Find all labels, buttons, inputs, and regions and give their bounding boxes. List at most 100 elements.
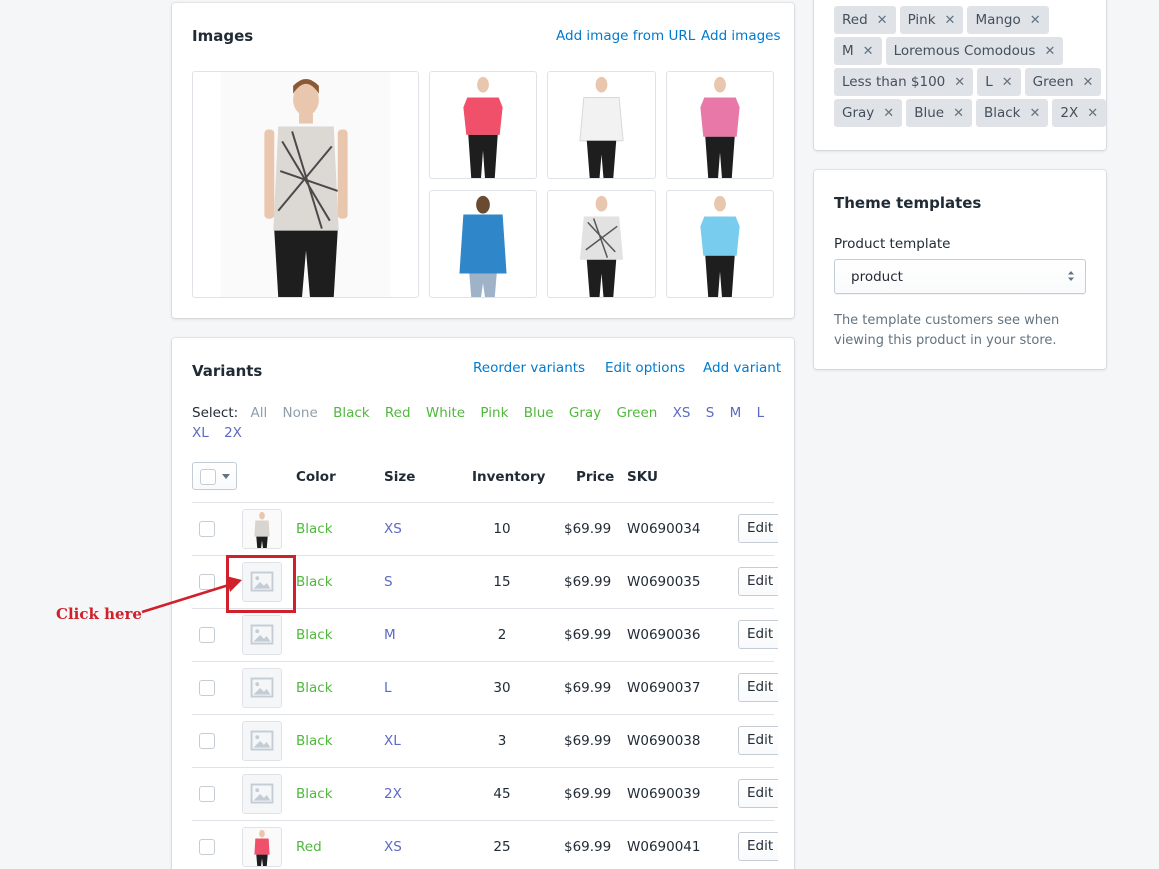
variant-image-button[interactable]	[242, 668, 282, 708]
variant-image-button[interactable]	[242, 721, 282, 761]
add-variant-link[interactable]: Add variant	[703, 360, 781, 376]
table-row: Black M 2 $69.99 W0690036 Edit	[192, 608, 778, 661]
product-template-select[interactable]: product	[834, 259, 1086, 294]
variant-image-button[interactable]	[242, 509, 282, 549]
select-option-black[interactable]: Black	[333, 405, 370, 421]
variants-title: Variants	[192, 362, 263, 380]
tag-label: Loremous Comodous	[893, 43, 1036, 59]
tag: L ✕	[977, 68, 1021, 96]
edit-options-link[interactable]: Edit options	[605, 360, 685, 376]
reorder-variants-link[interactable]: Reorder variants	[473, 360, 585, 376]
product-image-thumb[interactable]	[666, 190, 774, 298]
variant-price: $69.99	[564, 733, 612, 749]
product-image-thumb[interactable]	[547, 190, 656, 298]
select-option-none[interactable]: None	[283, 405, 318, 421]
variant-photo-print-blouse	[243, 510, 281, 548]
edit-variant-button[interactable]: Edit	[738, 726, 778, 755]
select-option-all[interactable]: All	[251, 405, 268, 421]
images-title: Images	[192, 27, 254, 45]
product-template-value: product	[851, 268, 903, 285]
bulk-select-checkbox[interactable]	[192, 462, 237, 490]
product-image-thumb[interactable]	[429, 71, 537, 179]
remove-tag-icon[interactable]: ✕	[1087, 106, 1098, 121]
edit-variant-button[interactable]: Edit	[738, 832, 778, 861]
variant-sku: W0690039	[627, 786, 701, 802]
model-pink-top-icon	[700, 76, 740, 178]
edit-variant-button[interactable]: Edit	[738, 620, 778, 649]
select-option-xl[interactable]: XL	[192, 425, 209, 441]
remove-tag-icon[interactable]: ✕	[883, 106, 894, 121]
row-checkbox[interactable]	[199, 680, 215, 696]
select-option-m[interactable]: M	[730, 405, 742, 421]
variant-image-button[interactable]	[242, 615, 282, 655]
edit-variant-button[interactable]: Edit	[738, 673, 778, 702]
edit-variant-button[interactable]: Edit	[738, 779, 778, 808]
remove-tag-icon[interactable]: ✕	[945, 13, 956, 28]
variant-photo-red-top	[243, 828, 281, 866]
edit-variant-button[interactable]: Edit	[738, 567, 778, 596]
add-image-from-url-link[interactable]: Add image from URL	[556, 28, 695, 44]
edit-variant-button[interactable]: Edit	[738, 514, 778, 543]
row-checkbox[interactable]	[199, 839, 215, 855]
annotation-arrow-icon	[141, 576, 242, 614]
variant-color: Black	[296, 627, 333, 643]
remove-tag-icon[interactable]: ✕	[1030, 106, 1041, 121]
remove-tag-icon[interactable]: ✕	[1002, 75, 1013, 90]
variant-image-button[interactable]	[242, 774, 282, 814]
variant-sku: W0690041	[627, 839, 701, 855]
select-option-red[interactable]: Red	[385, 405, 411, 421]
tag-label: Red	[842, 12, 868, 28]
remove-tag-icon[interactable]: ✕	[953, 106, 964, 121]
select-caret-icon	[1068, 271, 1074, 281]
product-image-thumb[interactable]	[547, 71, 656, 179]
table-row: Black XL 3 $69.99 W0690038 Edit	[192, 714, 778, 767]
product-template-label: Product template	[834, 236, 951, 252]
variant-inventory: 15	[493, 574, 511, 590]
column-header-color: Color	[296, 469, 336, 485]
select-option-l[interactable]: L	[757, 405, 765, 421]
remove-tag-icon[interactable]: ✕	[863, 44, 874, 59]
model-light-blue-top-icon	[700, 195, 740, 297]
tag: Mango ✕	[967, 6, 1049, 34]
select-option-green[interactable]: Green	[616, 405, 657, 421]
model-print-blouse-icon	[579, 195, 624, 297]
remove-tag-icon[interactable]: ✕	[1083, 75, 1094, 90]
product-image-thumb[interactable]	[429, 190, 537, 298]
tag-row: Gray ✕ Blue ✕ Black ✕ 2X ✕	[834, 99, 1107, 127]
remove-tag-icon[interactable]: ✕	[1044, 44, 1055, 59]
variant-price: $69.99	[564, 521, 612, 537]
select-option-gray[interactable]: Gray	[569, 405, 601, 421]
model-red-top-icon	[463, 76, 503, 178]
remove-tag-icon[interactable]: ✕	[1030, 13, 1041, 28]
image-placeholder-icon	[243, 722, 281, 760]
tag: Pink ✕	[899, 6, 964, 34]
product-image-main[interactable]	[192, 71, 419, 298]
remove-tag-icon[interactable]: ✕	[954, 75, 965, 90]
column-header-size: Size	[384, 469, 416, 485]
tag-label: Black	[983, 105, 1021, 121]
select-option-2x[interactable]: 2X	[224, 425, 242, 441]
model-blue-hoodie-back-icon	[459, 195, 507, 297]
select-option-pink[interactable]: Pink	[480, 405, 508, 421]
variant-sku: W0690035	[627, 574, 701, 590]
variant-size: L	[384, 680, 392, 696]
variant-color: Red	[296, 839, 322, 855]
add-images-link[interactable]: Add images	[701, 28, 781, 44]
tag-label: 2X	[1060, 105, 1079, 121]
variant-image-button[interactable]	[242, 827, 282, 867]
annotation-label: Click here	[56, 605, 142, 623]
select-option-xs[interactable]: XS	[673, 405, 691, 421]
select-option-white[interactable]: White	[426, 405, 465, 421]
tag: Green ✕	[1024, 68, 1102, 96]
select-option-s[interactable]: S	[706, 405, 715, 421]
column-header-inventory: Inventory	[472, 469, 546, 485]
row-checkbox[interactable]	[199, 627, 215, 643]
product-image-thumb[interactable]	[666, 71, 774, 179]
row-checkbox[interactable]	[199, 786, 215, 802]
chevron-down-icon	[222, 474, 230, 479]
row-checkbox[interactable]	[199, 733, 215, 749]
variant-size: XL	[384, 733, 401, 749]
remove-tag-icon[interactable]: ✕	[877, 13, 888, 28]
row-checkbox[interactable]	[199, 521, 215, 537]
select-option-blue[interactable]: Blue	[524, 405, 554, 421]
